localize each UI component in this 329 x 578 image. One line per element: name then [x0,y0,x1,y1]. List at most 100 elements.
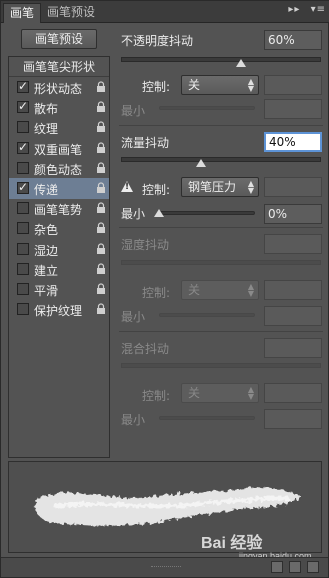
setting-label: 建立 [34,263,59,278]
opacity-control-value: 关 [188,78,201,92]
setting-checkbox[interactable] [17,242,29,255]
tab-bar: 画笔 画笔预设 ▸▸ ▾≡ [1,1,329,23]
wetness-min-field [264,306,322,326]
setting-label: 湿边 [34,243,59,258]
opacity-control-select[interactable]: 关 ▲ ▼ [181,75,259,95]
lock-icon[interactable] [96,101,106,113]
setting-checkbox[interactable] [17,222,29,235]
lock-icon[interactable] [96,222,106,234]
spinner-arrows-icon: ▲ ▼ [247,77,254,93]
tab-tools: ▸▸ ▾≡ [282,4,326,15]
wetness-jitter-field [264,234,322,254]
new-preset-icon[interactable] [289,561,301,573]
brush-setting-item[interactable]: 传递 [9,178,109,199]
wetness-control-value: 关 [188,283,201,297]
brush-tip-shape-item[interactable]: 画笔笔尖形状 [9,57,109,77]
setting-label: 传递 [34,183,59,197]
create-new-brush-icon[interactable] [307,561,319,573]
mix-min-slider [159,416,255,420]
opacity-jitter-slider[interactable] [121,57,321,62]
section-divider [119,227,323,228]
toggle-preview-icon[interactable] [271,561,283,573]
lock-icon[interactable] [96,121,106,133]
spinner-arrows-icon: ▲ ▼ [247,282,254,298]
setting-label: 颜色动态 [34,162,83,177]
flow-jitter-field[interactable]: 40% [264,132,322,152]
lock-icon[interactable] [96,202,106,214]
setting-checkbox[interactable] [17,79,29,93]
opacity-jitter-thumb[interactable] [236,59,246,67]
section-divider [119,125,323,126]
flow-min-thumb[interactable] [154,209,164,217]
setting-checkbox[interactable] [17,121,29,134]
wetness-control-select: 关 ▲ ▼ [181,280,259,300]
setting-checkbox[interactable] [17,202,29,215]
lock-icon[interactable] [96,142,106,154]
setting-checkbox[interactable] [17,303,29,316]
brush-setting-item[interactable]: 画笔笔势 [9,198,109,219]
resize-grip[interactable] [151,566,181,569]
lock-icon[interactable] [96,162,106,174]
opacity-min-label: 最小 [121,104,146,118]
mix-min-field [264,409,322,429]
brush-setting-item[interactable]: 杂色 [9,218,109,239]
wetness-control-empty [264,280,322,300]
tab-brush[interactable]: 画笔 [3,3,42,23]
setting-checkbox[interactable] [17,180,29,194]
setting-label: 平滑 [34,284,59,298]
flow-control-label: 控制: [142,183,171,197]
lock-icon[interactable] [96,81,106,93]
brush-setting-item[interactable]: 散布 [9,97,109,118]
lock-icon[interactable] [96,243,106,255]
brush-setting-item[interactable]: 平滑 [9,279,109,300]
mix-control-label: 控制: [142,389,171,403]
wetness-control-label: 控制: [142,286,171,300]
lock-icon[interactable] [96,182,106,194]
setting-label: 散布 [34,102,59,117]
watermark-text: Bai 经验 [201,535,263,552]
brush-setting-item[interactable]: 保护纹理 [9,299,109,320]
mix-jitter-label: 混合抖动 [121,342,170,356]
setting-label: 形状动态 [34,82,83,96]
setting-label: 双重画笔 [34,142,83,157]
brush-setting-item[interactable]: 形状动态 [9,77,109,98]
mix-min-label: 最小 [121,413,146,427]
wetness-jitter-slider [121,260,321,265]
setting-checkbox[interactable] [17,262,29,275]
flow-jitter-thumb[interactable] [196,159,206,167]
setting-checkbox[interactable] [17,140,29,154]
tab-brush-presets[interactable]: 画笔预设 [41,3,101,23]
wetness-jitter-label: 湿度抖动 [121,238,170,252]
flow-control-select[interactable]: 钢笔压力 ▲ ▼ [181,177,259,197]
brush-setting-item[interactable]: 建立 [9,259,109,280]
flow-min-label: 最小 [121,207,146,221]
flow-jitter-slider[interactable] [121,157,321,162]
setting-checkbox[interactable] [17,283,29,295]
setting-checkbox[interactable] [17,99,29,114]
setting-label: 杂色 [34,223,59,238]
opacity-jitter-field[interactable]: 60% [264,30,322,50]
spinner-arrows-icon: ▲ ▼ [247,385,254,401]
panel-menu-icon[interactable]: ▾≡ [311,4,326,15]
mix-control-select: 关 ▲ ▼ [181,383,259,403]
lock-icon[interactable] [96,303,106,315]
brush-setting-item[interactable]: 纹理 [9,117,109,138]
brush-setting-item[interactable]: 颜色动态 [9,158,109,179]
opacity-jitter-label: 不透明度抖动 [121,34,194,48]
lock-icon[interactable] [96,263,106,275]
collapse-icon[interactable]: ▸▸ [288,4,300,15]
mix-jitter-field [264,338,322,358]
flow-min-field[interactable]: 0% [264,204,322,224]
flow-min-slider[interactable] [159,211,255,215]
setting-checkbox[interactable] [17,161,29,174]
setting-label: 画笔笔势 [34,203,83,218]
brush-presets-button[interactable]: 画笔预设 [21,29,97,49]
mix-control-empty [264,383,322,403]
opacity-control-label: 控制: [142,80,171,94]
brush-setting-item[interactable]: 湿边 [9,239,109,260]
lock-icon[interactable] [96,283,106,295]
setting-label: 纹理 [34,122,59,137]
section-divider [119,331,323,332]
flow-control-empty [264,177,322,197]
brush-setting-item[interactable]: 双重画笔 [9,138,109,159]
